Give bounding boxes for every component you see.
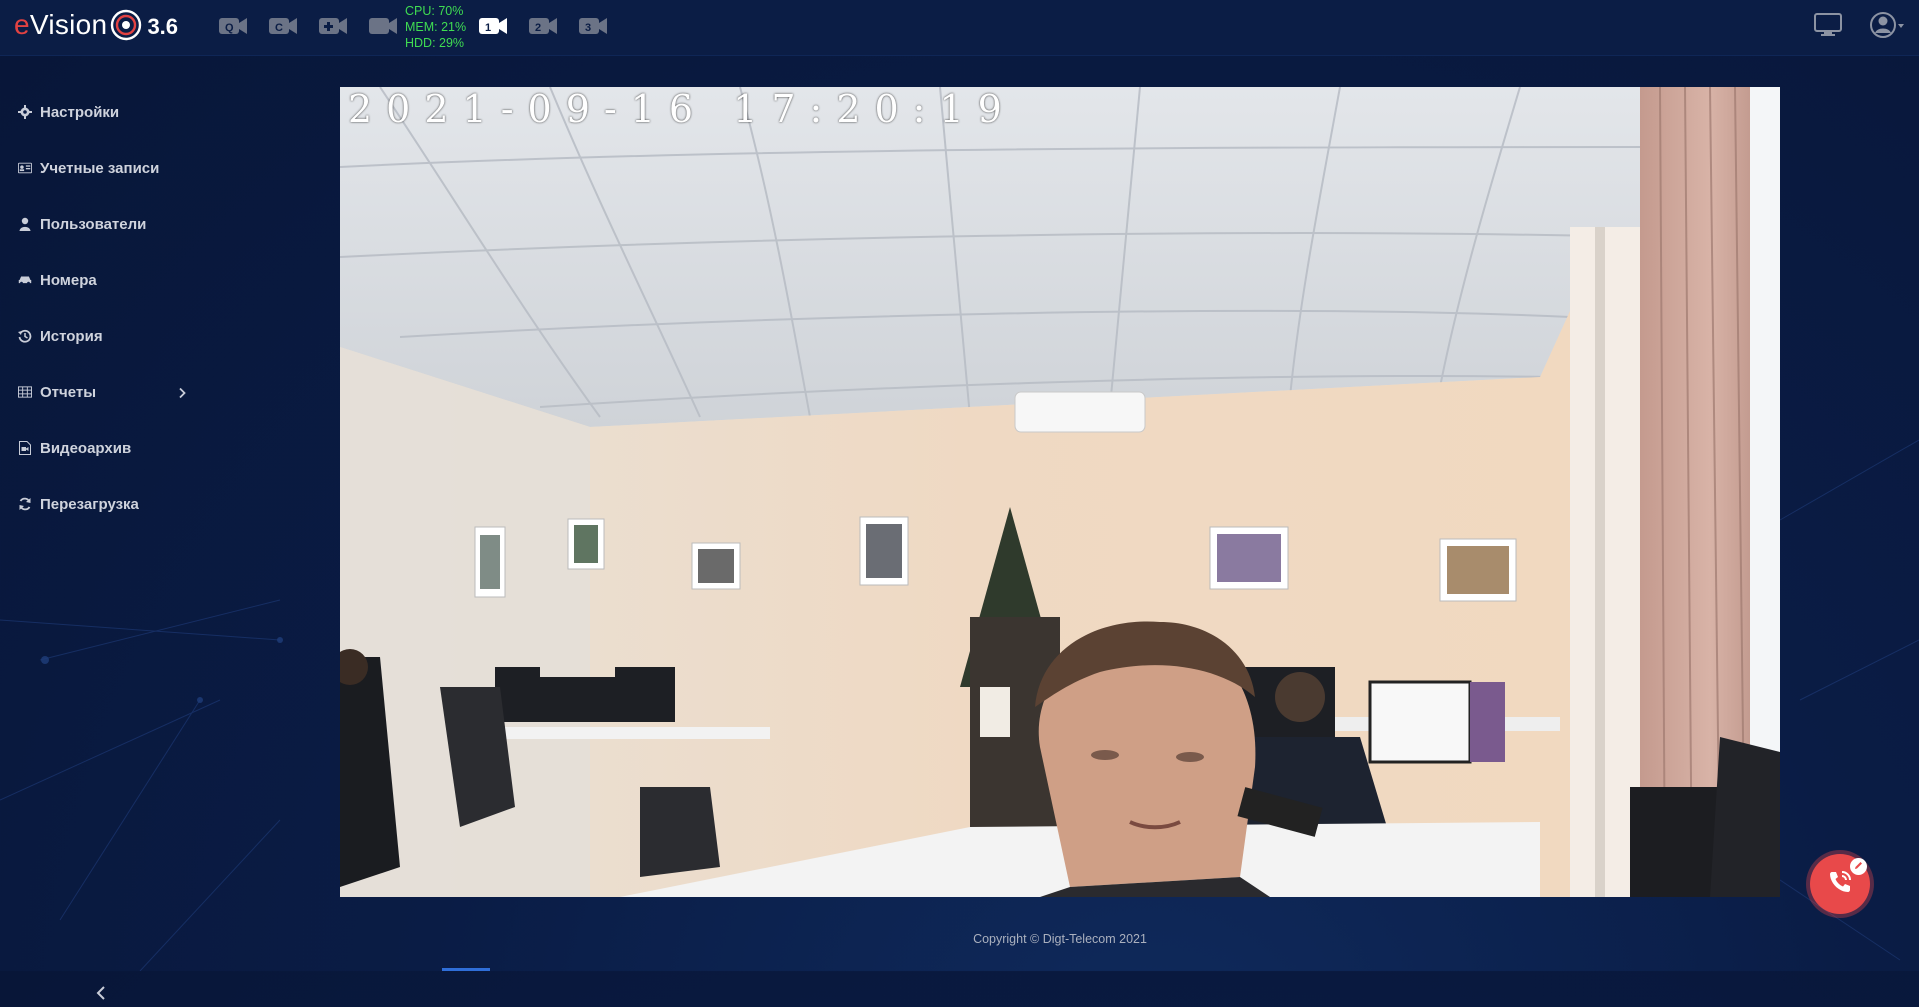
camera-q-icon[interactable]: Q xyxy=(218,14,250,38)
sidebar-item-history[interactable]: История xyxy=(0,308,200,364)
svg-text:1: 1 xyxy=(485,22,491,34)
app-version: 3.6 xyxy=(147,14,179,39)
hdd-stat: HDD: 29% xyxy=(405,36,465,50)
mem-stat: MEM: 21% xyxy=(405,20,467,34)
camera-scene xyxy=(340,87,1780,897)
chevron-right-icon xyxy=(178,386,186,403)
user-icon xyxy=(18,217,32,231)
user-account-icon[interactable] xyxy=(1869,10,1905,45)
refresh-icon xyxy=(18,497,32,511)
sidebar-item-accounts[interactable]: Учетные записи xyxy=(0,140,200,196)
sidebar-item-label: Пользователи xyxy=(40,215,147,233)
sidebar-menu: Настройки Учетные записи Пользователи Но… xyxy=(0,84,200,532)
svg-text:C: C xyxy=(275,22,283,34)
header-right xyxy=(1813,10,1905,45)
sidebar-item-label: Номера xyxy=(40,271,97,289)
camera-video-feed[interactable]: 2021-09-16 17:20:19 xyxy=(340,87,1780,897)
edit-badge[interactable] xyxy=(1850,858,1867,875)
sidebar-item-label: История xyxy=(40,327,103,345)
monitor-icon[interactable] xyxy=(1813,12,1843,43)
sidebar-item-users[interactable]: Пользователи xyxy=(0,196,200,252)
sidebar-item-label: Отчеты xyxy=(40,383,97,401)
history-icon xyxy=(18,329,32,343)
sidebar-item-reboot[interactable]: Перезагрузка xyxy=(0,476,200,532)
camera-toolbar-left: Q C xyxy=(218,14,400,38)
edit-pencil-icon xyxy=(1853,858,1864,876)
car-icon xyxy=(18,273,32,287)
system-stats: CPU: 70% MEM: 21% HDD: 29% xyxy=(405,3,466,51)
camera-3-icon[interactable]: 3 xyxy=(578,14,610,38)
camera-toolbar-right: 1 2 3 xyxy=(478,14,610,38)
table-icon xyxy=(18,385,32,399)
camera-1-icon[interactable]: 1 xyxy=(478,14,510,38)
sidebar: Настройки Учетные записи Пользователи Но… xyxy=(0,56,200,1000)
sidebar-item-label: Видеоархив xyxy=(40,439,132,457)
sidebar-item-reports[interactable]: Отчеты xyxy=(0,364,200,420)
sidebar-item-label: Учетные записи xyxy=(40,159,160,177)
app-logo[interactable]: eVision 3.6 xyxy=(14,8,178,42)
logo-text: eVision xyxy=(14,9,108,40)
svg-text:2: 2 xyxy=(535,22,541,34)
sidebar-item-label: Настройки xyxy=(40,103,120,121)
camera-2-icon[interactable]: 2 xyxy=(528,14,560,38)
camera-icon[interactable] xyxy=(368,14,400,38)
svg-text:Q: Q xyxy=(225,22,234,34)
top-header: eVision 3.6 Q C CPU: 70% MEM: 21% HDD: 2… xyxy=(0,0,1919,56)
logo-ring-icon xyxy=(111,9,142,41)
video-timestamp: 2021-09-16 17:20:19 xyxy=(348,87,1016,131)
video-file-icon xyxy=(18,441,32,455)
id-card-icon xyxy=(18,161,32,175)
svg-text:3: 3 xyxy=(585,22,591,34)
sidebar-item-video-archive[interactable]: Видеоархив xyxy=(0,420,200,476)
chevron-left-icon[interactable] xyxy=(92,984,110,1002)
camera-c-icon[interactable]: C xyxy=(268,14,300,38)
camera-plus-icon[interactable] xyxy=(318,14,350,38)
phone-call-icon xyxy=(1825,867,1855,902)
sidebar-item-label: Перезагрузка xyxy=(40,495,139,513)
gear-icon xyxy=(18,105,32,119)
sidebar-item-settings[interactable]: Настройки xyxy=(0,84,200,140)
cpu-stat: CPU: 70% xyxy=(405,4,464,18)
footer-copyright: Copyright © Digt-Telecom 2021 xyxy=(973,932,1147,946)
sidebar-item-plates[interactable]: Номера xyxy=(0,252,200,308)
